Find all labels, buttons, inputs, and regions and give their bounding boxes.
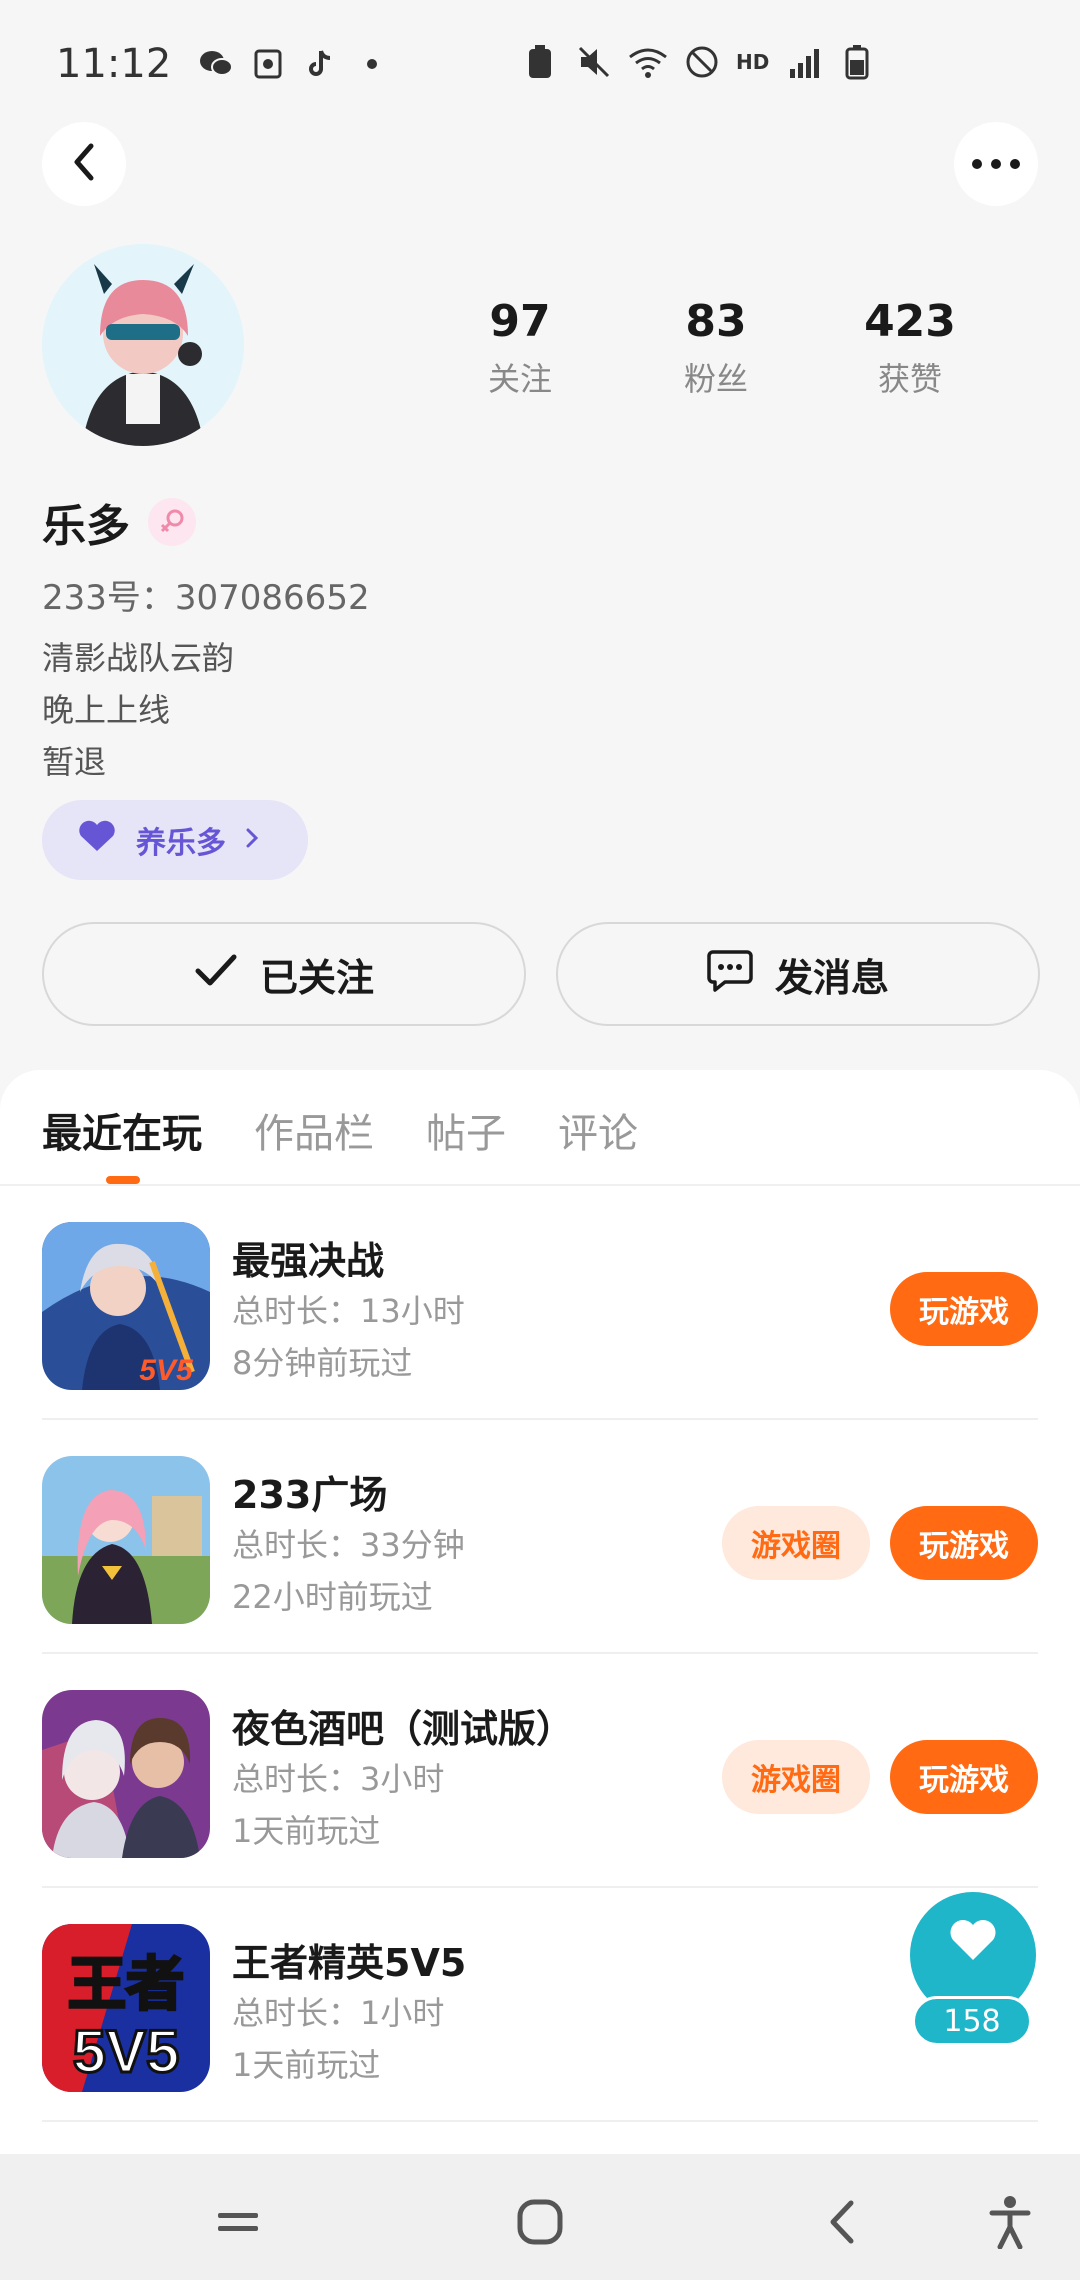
battery-icon — [837, 42, 877, 82]
tab-posts[interactable]: 帖子 — [426, 1106, 506, 1162]
female-icon — [148, 498, 196, 546]
like-count: 158 — [912, 1996, 1032, 2046]
follow-label: 已关注 — [259, 955, 374, 1000]
profile-tabs: 最近在玩 作品栏 帖子 评论 — [42, 1106, 638, 1162]
no-disturb-icon — [682, 42, 722, 82]
status-time: 11:12 — [56, 41, 172, 87]
hd-icon: HD — [736, 50, 770, 74]
system-nav-bar — [0, 2154, 1080, 2280]
game-circle-button[interactable]: 游戏圈 — [722, 1506, 870, 1580]
check-icon — [194, 952, 238, 996]
game-last-played: 22小时前玩过 — [232, 1578, 433, 1616]
game-last-played: 1天前玩过 — [232, 2046, 381, 2084]
game-icon: 5V5 — [42, 1222, 210, 1390]
chevron-right-icon — [244, 823, 260, 858]
game-name: 233广场 — [232, 1473, 388, 1517]
more-button[interactable] — [954, 122, 1038, 206]
stat-value: 97 — [489, 296, 551, 347]
tab-comments[interactable]: 评论 — [558, 1106, 638, 1162]
user-bio: 清影战队云韵 晚上上线 暂退 — [42, 632, 234, 788]
stat-likes[interactable]: 423 获赞 — [830, 296, 990, 400]
content-panel: 最近在玩 作品栏 帖子 评论 5V5 最强决战 总时长：13小时 8分钟前玩过 … — [0, 1070, 1080, 2154]
dot-icon — [355, 47, 389, 81]
bio-line: 暂退 — [42, 743, 107, 781]
chevron-left-icon — [69, 142, 99, 186]
play-game-button[interactable]: 玩游戏 — [890, 1506, 1038, 1580]
wifi-icon — [628, 42, 668, 82]
avatar[interactable] — [42, 244, 244, 446]
game-duration: 总时长：13小时 — [232, 1292, 465, 1330]
tiktok-icon — [303, 47, 337, 81]
game-name: 最强决战 — [232, 1239, 385, 1283]
followed-button[interactable]: 已关注 — [42, 922, 526, 1026]
game-item[interactable]: 5V5 最强决战 总时长：13小时 8分钟前玩过 玩游戏 — [42, 1186, 1080, 1420]
tab-indicator — [106, 1176, 140, 1184]
recent-apps-button[interactable] — [208, 2192, 268, 2252]
accessibility-button[interactable] — [980, 2192, 1040, 2252]
game-name: 夜色酒吧（测试版） — [232, 1707, 575, 1751]
game-item[interactable]: 夜色酒吧（测试版） 总时长：3小时 1天前玩过 游戏圈 玩游戏 — [42, 1654, 1080, 1888]
message-label: 发消息 — [774, 955, 889, 1000]
stat-following[interactable]: 97 关注 — [440, 296, 600, 400]
game-item[interactable]: 233广场 总时长：33分钟 22小时前玩过 游戏圈 玩游戏 — [42, 1420, 1080, 1654]
stat-label: 粉丝 — [683, 360, 748, 398]
back-button[interactable] — [42, 122, 126, 206]
game-last-played: 1天前玩过 — [232, 1812, 381, 1850]
game-icon — [42, 1690, 210, 1858]
status-bar: 11:12 HD — [0, 0, 1080, 128]
raise-label: 养乐多 — [136, 826, 226, 861]
tab-recently-played[interactable]: 最近在玩 — [42, 1106, 202, 1162]
play-game-button[interactable]: 玩游戏 — [890, 1272, 1038, 1346]
raise-button[interactable]: 养乐多 — [42, 800, 308, 880]
game-icon-text: 5V5 — [73, 2018, 180, 2085]
user-name: 乐多 — [42, 501, 130, 552]
user-id: 233号：307086652 — [42, 578, 370, 618]
heart-icon — [948, 1918, 998, 1966]
row-divider — [42, 2120, 1038, 2122]
message-button[interactable]: 发消息 — [556, 922, 1040, 1026]
battery-saver-icon — [520, 42, 560, 82]
stat-value: 423 — [864, 296, 956, 347]
game-name: 王者精英5V5 — [232, 1941, 467, 1985]
bio-line: 晚上上线 — [42, 691, 171, 729]
profile-stats: 97 关注 83 粉丝 423 获赞 — [440, 296, 1030, 406]
name-row: 乐多 — [42, 490, 196, 554]
more-dots-icon — [971, 155, 1021, 174]
signal-icon — [783, 42, 823, 82]
nav-back-button[interactable] — [812, 2192, 872, 2252]
stat-followers[interactable]: 83 粉丝 — [636, 296, 796, 400]
game-icon: 王者 5V5 — [42, 1924, 210, 2092]
game-duration: 总时长：3小时 — [232, 1760, 445, 1798]
game-last-played: 8分钟前玩过 — [232, 1344, 413, 1382]
play-game-button[interactable]: 玩游戏 — [890, 1740, 1038, 1814]
wechat-icon — [199, 47, 234, 81]
mute-icon — [574, 42, 614, 82]
game-icon-text: 王者 — [68, 1950, 184, 2018]
stat-value: 83 — [685, 296, 747, 347]
home-button[interactable] — [510, 2192, 570, 2252]
bio-line: 清影战队云韵 — [42, 639, 235, 677]
game-circle-button[interactable]: 游戏圈 — [722, 1740, 870, 1814]
stat-label: 关注 — [487, 360, 552, 398]
photo-icon — [251, 47, 285, 81]
game-badge-text: 5V5 — [139, 1354, 194, 1387]
tab-works[interactable]: 作品栏 — [254, 1106, 374, 1162]
game-duration: 总时长：33分钟 — [232, 1526, 465, 1564]
stat-label: 获赞 — [877, 360, 942, 398]
chat-bubble-icon — [707, 948, 753, 1001]
heart-icon — [76, 819, 118, 861]
game-duration: 总时长：1小时 — [232, 1994, 445, 2032]
game-icon — [42, 1456, 210, 1624]
